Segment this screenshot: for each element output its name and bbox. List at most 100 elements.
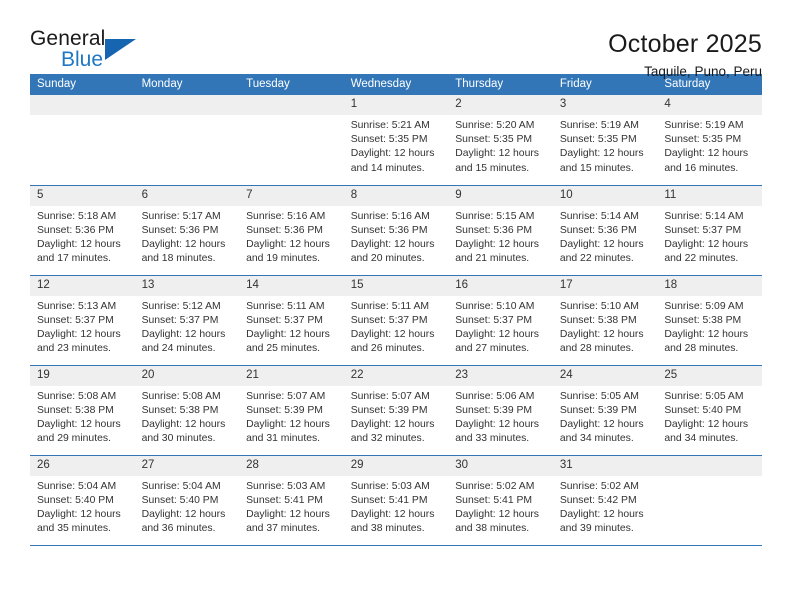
daylight-text-line1: Daylight: 12 hours [141,508,226,520]
sunset-text: Sunset: 5:41 PM [246,494,323,506]
daylight-text-line2: and 33 minutes. [455,433,530,445]
calendar-week-row: 26 Sunrise: 5:04 AM Sunset: 5:40 PM Dayligh… [30,455,762,546]
day-details: Sunrise: 5:14 AM Sunset: 5:37 PM Daylight:… [657,206,762,267]
calendar-day-cell[interactable]: 9 Sunrise: 5:15 AM Sunset: 5:36 PM Daylight… [448,185,553,276]
day-details: Sunrise: 5:14 AM Sunset: 5:36 PM Daylight:… [553,206,658,267]
daylight-text-line2: and 37 minutes. [246,523,321,535]
calendar-day-cell[interactable]: 27 Sunrise: 5:04 AM Sunset: 5:40 PM Dayligh… [134,455,240,546]
day-number: 13 [134,275,240,296]
day-number [239,95,344,115]
calendar-day-cell[interactable]: 7 Sunrise: 5:16 AM Sunset: 5:36 PM Daylight… [239,185,344,276]
sunset-text: Sunset: 5:35 PM [559,134,637,146]
calendar-day-cell[interactable]: 21 Sunrise: 5:07 AM Sunset: 5:39 PM Dayligh… [239,365,344,456]
daylight-text-line2: and 16 minutes. [664,162,739,174]
calendar-day-cell[interactable]: 31 Sunrise: 5:02 AM Sunset: 5:42 PM Dayligh… [552,455,658,546]
day-number: 6 [134,185,240,206]
calendar-day-cell[interactable]: 10 Sunrise: 5:14 AM Sunset: 5:36 PM Dayligh… [552,185,658,276]
calendar-day-cell[interactable]: 11 Sunrise: 5:14 AM Sunset: 5:37 PM Dayligh… [657,185,762,276]
calendar-day-cell[interactable]: 20 Sunrise: 5:08 AM Sunset: 5:38 PM Dayligh… [134,365,240,456]
daylight-text-line2: and 34 minutes. [559,433,634,445]
daylight-text-line1: Daylight: 12 hours [246,418,330,430]
sunset-text: Sunset: 5:35 PM [350,134,428,146]
sunrise-text: Sunrise: 5:10 AM [559,300,639,312]
calendar-day-cell[interactable]: 17 Sunrise: 5:10 AM Sunset: 5:38 PM Dayligh… [552,275,658,366]
sunset-text: Sunset: 5:36 PM [141,224,219,236]
daylight-text-line1: Daylight: 12 hours [246,508,330,520]
calendar-day-cell[interactable]: 19 Sunrise: 5:08 AM Sunset: 5:38 PM Dayligh… [30,365,135,456]
calendar-day-cell-empty [657,455,762,546]
sunset-text: Sunset: 5:39 PM [455,404,533,416]
sunrise-text: Sunrise: 5:19 AM [559,120,639,131]
daylight-text-line1: Daylight: 12 hours [246,238,330,250]
day-details: Sunrise: 5:02 AM Sunset: 5:41 PM Daylight:… [448,476,553,537]
daylight-text-line2: and 25 minutes. [246,343,321,355]
daylight-text-line2: and 28 minutes. [664,343,739,355]
day-details: Sunrise: 5:20 AM Sunset: 5:35 PM Daylight:… [448,115,553,176]
daylight-text-line1: Daylight: 12 hours [559,508,644,520]
brand-logo[interactable]: General Blue [30,28,200,74]
sunset-text: Sunset: 5:38 PM [141,404,219,416]
calendar-day-cell[interactable]: 1 Sunrise: 5:21 AM Sunset: 5:35 PM Daylight… [343,95,449,186]
calendar-day-cell[interactable]: 2 Sunrise: 5:20 AM Sunset: 5:35 PM Daylight… [448,95,553,186]
calendar-day-cell[interactable]: 3 Sunrise: 5:19 AM Sunset: 5:35 PM Daylight… [552,95,658,186]
sunset-text: Sunset: 5:40 PM [141,494,219,506]
calendar-day-cell[interactable]: 16 Sunrise: 5:10 AM Sunset: 5:37 PM Dayligh… [448,275,553,366]
calendar-day-cell[interactable]: 8 Sunrise: 5:16 AM Sunset: 5:36 PM Daylight… [343,185,449,276]
sunrise-text: Sunrise: 5:16 AM [246,210,326,222]
calendar-day-cell[interactable]: 14 Sunrise: 5:11 AM Sunset: 5:37 PM Dayligh… [239,275,344,366]
daylight-text-line2: and 22 minutes. [559,253,634,265]
day-number [30,95,135,115]
calendar-day-cell[interactable]: 23 Sunrise: 5:06 AM Sunset: 5:39 PM Dayligh… [448,365,553,456]
daylight-text-line2: and 22 minutes. [664,253,739,265]
day-details: Sunrise: 5:17 AM Sunset: 5:36 PM Daylight:… [135,206,240,267]
calendar-day-cell[interactable]: 22 Sunrise: 5:07 AM Sunset: 5:39 PM Dayligh… [343,365,449,456]
calendar-day-cell[interactable]: 29 Sunrise: 5:03 AM Sunset: 5:41 PM Dayligh… [343,455,449,546]
daylight-text-line2: and 20 minutes. [350,253,425,265]
calendar-body: 1 Sunrise: 5:21 AM Sunset: 5:35 PM Daylight… [30,95,762,546]
calendar-day-cell-empty [30,95,135,186]
day-number: 10 [552,185,658,206]
calendar-day-cell[interactable]: 25 Sunrise: 5:05 AM Sunset: 5:40 PM Dayligh… [657,365,762,456]
day-number [134,95,240,115]
sunrise-text: Sunrise: 5:03 AM [246,480,326,492]
sunrise-text: Sunrise: 5:07 AM [246,390,326,402]
calendar-day-cell[interactable]: 4 Sunrise: 5:19 AM Sunset: 5:35 PM Daylight… [657,95,762,186]
day-details: Sunrise: 5:10 AM Sunset: 5:37 PM Daylight:… [448,296,553,357]
daylight-text-line1: Daylight: 12 hours [455,418,539,430]
daylight-text-line1: Daylight: 12 hours [664,418,749,430]
day-number: 3 [552,95,658,115]
sunrise-text: Sunrise: 5:08 AM [141,390,221,402]
daylight-text-line1: Daylight: 12 hours [350,148,435,160]
weekday-header-sunday: Sunday [30,74,135,95]
day-number: 18 [657,275,762,296]
day-details: Sunrise: 5:05 AM Sunset: 5:40 PM Daylight:… [657,386,762,447]
calendar-day-cell-empty [134,95,240,186]
calendar-day-cell[interactable]: 26 Sunrise: 5:04 AM Sunset: 5:40 PM Dayligh… [30,455,135,546]
calendar-day-cell[interactable]: 6 Sunrise: 5:17 AM Sunset: 5:36 PM Daylight… [134,185,240,276]
day-number [657,455,762,476]
day-number: 28 [239,455,344,476]
calendar-day-cell[interactable]: 13 Sunrise: 5:12 AM Sunset: 5:37 PM Dayligh… [134,275,240,366]
calendar-day-cell[interactable]: 18 Sunrise: 5:09 AM Sunset: 5:38 PM Dayligh… [657,275,762,366]
sunrise-text: Sunrise: 5:17 AM [141,210,221,222]
sunset-text: Sunset: 5:40 PM [664,404,742,416]
sunrise-text: Sunrise: 5:21 AM [350,120,430,131]
calendar-day-cell-empty [239,95,344,186]
day-details: Sunrise: 5:04 AM Sunset: 5:40 PM Daylight:… [30,476,135,537]
day-details: Sunrise: 5:03 AM Sunset: 5:41 PM Daylight:… [344,476,449,537]
day-details: Sunrise: 5:11 AM Sunset: 5:37 PM Daylight:… [239,296,344,357]
calendar-week-row: 12 Sunrise: 5:13 AM Sunset: 5:37 PM Dayligh… [30,275,762,366]
calendar-day-cell[interactable]: 30 Sunrise: 5:02 AM Sunset: 5:41 PM Dayligh… [448,455,553,546]
daylight-text-line1: Daylight: 12 hours [664,148,749,160]
sunset-text: Sunset: 5:37 PM [37,314,114,326]
calendar-day-cell[interactable]: 15 Sunrise: 5:11 AM Sunset: 5:37 PM Dayligh… [343,275,449,366]
sunrise-text: Sunrise: 5:11 AM [350,300,430,312]
calendar-day-cell[interactable]: 24 Sunrise: 5:05 AM Sunset: 5:39 PM Dayligh… [552,365,658,456]
weekday-header-monday: Monday [134,74,240,95]
weekday-header-wednesday: Wednesday [343,74,449,95]
calendar-day-cell[interactable]: 5 Sunrise: 5:18 AM Sunset: 5:36 PM Daylight… [30,185,135,276]
daylight-text-line2: and 17 minutes. [37,253,111,265]
sunset-text: Sunset: 5:41 PM [455,494,533,506]
calendar-day-cell[interactable]: 28 Sunrise: 5:03 AM Sunset: 5:41 PM Dayligh… [239,455,344,546]
calendar-day-cell[interactable]: 12 Sunrise: 5:13 AM Sunset: 5:37 PM Dayligh… [30,275,135,366]
